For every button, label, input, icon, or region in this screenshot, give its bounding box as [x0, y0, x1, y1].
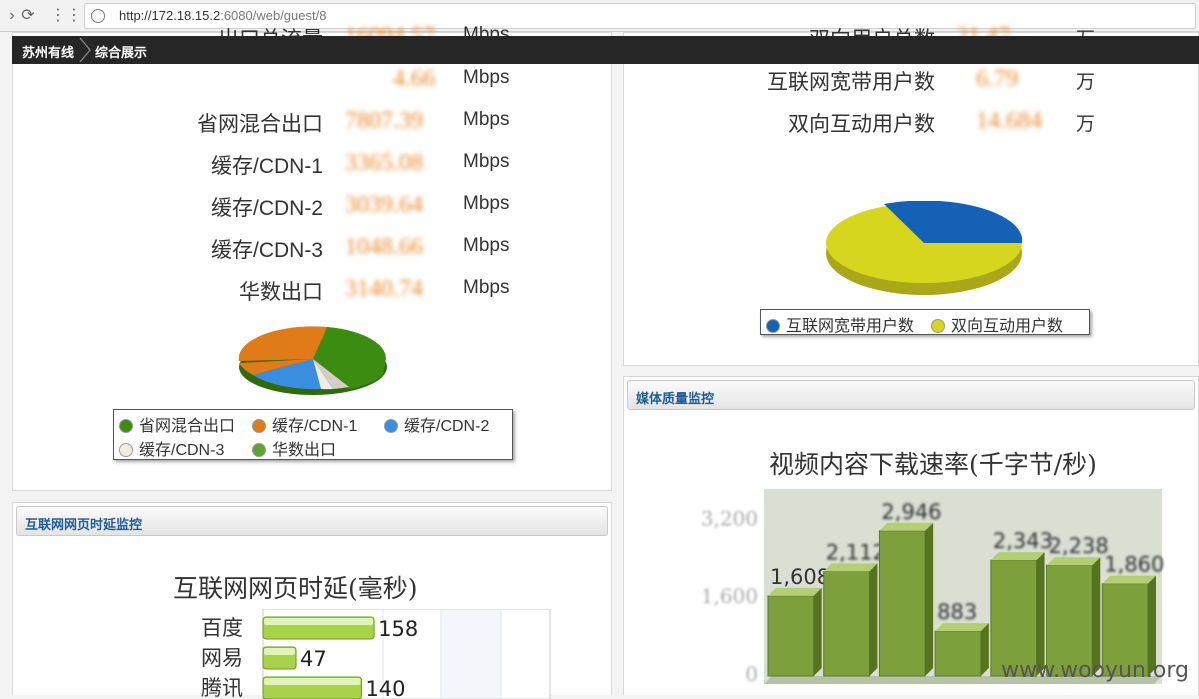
media-bar-top — [824, 563, 878, 571]
media-ytick-label: 3,200 — [701, 506, 758, 530]
traffic-row: 缓存/CDN-23039.64Mbps — [13, 192, 323, 222]
media-bar-top — [768, 588, 822, 596]
latency-category-label: 腾讯 — [201, 676, 243, 699]
latency-bar-highlight — [264, 618, 373, 625]
media-data-label: 1,860 — [1104, 553, 1164, 577]
traffic-unit: Mbps — [463, 277, 509, 299]
legend-item-cdn1[interactable]: 缓存/CDN-1 — [252, 412, 357, 436]
media-data-label: 2,343 — [993, 529, 1053, 553]
url-text: http://172.18.15.2:6080/web/guest/8 — [119, 8, 326, 23]
users-value: 6.79 — [976, 66, 1018, 93]
traffic-unit: Mbps — [463, 109, 509, 131]
media-bar — [824, 571, 870, 676]
media-ytick-label: 0 — [745, 662, 758, 686]
media-data-label: 2,238 — [1049, 534, 1109, 558]
nav-crumb-dashboard[interactable]: 综合展示 — [95, 42, 147, 61]
legend-item-cdn2[interactable]: 缓存/CDN-2 — [384, 412, 489, 436]
latency-bar-chart: 百度 158 网易 47 腾讯 140 — [173, 609, 553, 699]
latency-panel-header: 互联网网页时延监控 — [16, 506, 608, 536]
media-bar-top — [879, 523, 933, 531]
users-legend: 互联网宽带用户数 双向互动用户数 — [760, 309, 1090, 335]
media-panel-title: 媒体质量监控 — [636, 388, 714, 407]
latency-chart-title: 互联网网页时延(毫秒) — [173, 569, 418, 605]
media-data-label: 1,608 — [770, 565, 830, 589]
media-bar — [935, 631, 981, 676]
legend-item-province[interactable]: 省网混合出口 — [119, 412, 235, 436]
latency-panel-title: 互联网网页时延监控 — [25, 514, 142, 533]
media-data-label: 2,112 — [826, 540, 886, 564]
users-pie-chart — [824, 201, 1024, 301]
traffic-value: 3140.74 — [345, 276, 423, 303]
traffic-label: 缓存/CDN-1 — [211, 150, 323, 180]
nav-crumb-home[interactable]: 苏州有线 — [22, 42, 74, 61]
media-panel-header: 媒体质量监控 — [627, 380, 1195, 410]
users-unit: 万 — [1076, 109, 1095, 136]
latency-bar-highlight — [264, 678, 360, 685]
page-info-icon[interactable] — [91, 9, 105, 23]
traffic-row: 缓存/CDN-13365.08Mbps — [13, 150, 323, 180]
traffic-row-first: 4.66 Mbps — [13, 66, 323, 96]
left-traffic-panel: 出口总流量 16094.57 Mbps 4.66 Mbps 省网混合出口7807… — [12, 32, 612, 491]
traffic-pie-chart — [233, 323, 393, 403]
users-label: 互联网宽带用户数 — [767, 66, 935, 96]
media-bar-top — [1102, 576, 1156, 584]
breadcrumb-chevron-icon — [78, 38, 92, 62]
right-users-panel: 双向用户总数 21.47 万 互联网宽带用户数6.79万双向互动用户数14.68… — [623, 32, 1199, 366]
media-panel: 媒体质量监控 视频内容下载速率(千字节/秒) 3,2001,60001,6082… — [623, 376, 1199, 695]
latency-category-label: 百度 — [201, 616, 243, 640]
media-bar-side — [981, 623, 989, 676]
traffic-row: 华数出口3140.74Mbps — [13, 276, 323, 306]
traffic-row: 省网混合出口7807.39Mbps — [13, 108, 323, 138]
legend-item-interactive[interactable]: 双向互动用户数 — [931, 312, 1063, 336]
latency-bar-highlight — [264, 648, 295, 655]
legend-item-cdn3[interactable]: 缓存/CDN-3 — [119, 436, 224, 460]
legend-item-huashu[interactable]: 华数出口 — [252, 436, 336, 460]
latency-panel: 互联网网页时延监控 互联网网页时延(毫秒) 百度158网易47腾讯140 — [12, 502, 612, 695]
traffic-label: 省网混合出口 — [197, 108, 323, 138]
media-bar-side — [925, 523, 933, 676]
legend-item-broadband[interactable]: 互联网宽带用户数 — [766, 312, 914, 336]
traffic-label: 华数出口 — [239, 276, 323, 306]
latency-grid-band — [441, 610, 501, 698]
media-data-label: 883 — [937, 600, 977, 624]
media-data-label: 2,946 — [881, 500, 941, 524]
traffic-unit: Mbps — [463, 193, 509, 215]
users-label: 双向互动用户数 — [788, 108, 935, 138]
latency-category-label: 网易 — [201, 646, 243, 670]
users-row: 互联网宽带用户数6.79万 — [624, 66, 935, 96]
latency-value-label: 47 — [300, 647, 327, 671]
traffic-unit: Mbps — [463, 235, 509, 257]
media-bar-top — [935, 623, 989, 631]
users-unit: 万 — [1076, 67, 1095, 94]
users-value: 14.684 — [976, 108, 1042, 135]
latency-value-label: 140 — [365, 677, 405, 699]
traffic-label: 缓存/CDN-2 — [211, 192, 323, 222]
media-ytick-label: 1,600 — [701, 584, 758, 608]
media-bar — [768, 596, 814, 676]
media-bar-side — [814, 588, 822, 676]
traffic-value: 3039.64 — [345, 192, 423, 219]
media-chart-title: 视频内容下载速率(千字节/秒) — [769, 445, 1097, 481]
traffic-value: 3365.08 — [345, 150, 423, 177]
watermark: www.wooyun.org — [1001, 658, 1189, 683]
top-nav-bar: 苏州有线 综合展示 — [12, 36, 1199, 64]
traffic-row: 缓存/CDN-31048.66Mbps — [13, 234, 323, 264]
media-bar-top — [1047, 557, 1101, 565]
media-bar — [879, 531, 925, 676]
latency-value-label: 158 — [378, 617, 418, 641]
traffic-legend: 省网混合出口 缓存/CDN-1 缓存/CDN-2 缓存/CDN-3 华数出口 — [113, 409, 513, 460]
traffic-value: 1048.66 — [345, 234, 423, 261]
traffic-label: 缓存/CDN-3 — [211, 234, 323, 264]
traffic-unit: Mbps — [463, 151, 509, 173]
users-row: 双向互动用户数14.684万 — [624, 108, 935, 138]
media-bar-side — [869, 563, 877, 676]
traffic-value: 7807.39 — [345, 108, 423, 135]
media-bar-top — [991, 552, 1045, 560]
